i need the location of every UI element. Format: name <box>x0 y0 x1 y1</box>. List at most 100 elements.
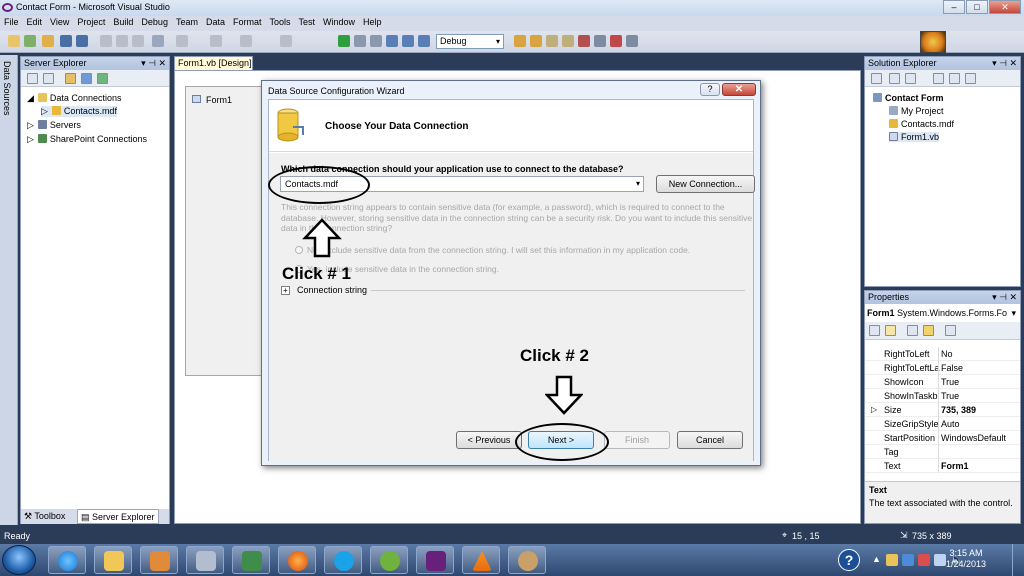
dialog-close-button[interactable]: ✕ <box>722 83 756 96</box>
toolbox-icon[interactable] <box>578 35 590 47</box>
help-button[interactable]: ? <box>700 83 720 96</box>
property-row[interactable]: ShowInTaskb True <box>865 389 1020 403</box>
taskbar-explorer[interactable] <box>94 546 132 574</box>
find-in-files-icon[interactable] <box>514 35 526 47</box>
tree-item-data-connections[interactable]: ◢ Data Connections <box>27 93 121 104</box>
start-page-icon[interactable] <box>594 35 606 47</box>
copy-icon[interactable] <box>116 35 128 47</box>
find-icon[interactable] <box>152 35 164 47</box>
tab-server-explorer[interactable]: ▤ Server Explorer <box>77 509 159 524</box>
tree-item-sharepoint[interactable]: ▷ SharePoint Connections <box>27 134 147 145</box>
finish-button[interactable]: Finish <box>604 431 670 449</box>
tab-toolbox[interactable]: ⚒ Toolbox <box>24 511 65 522</box>
taskbar-hp[interactable] <box>232 546 270 574</box>
properties-icon[interactable] <box>871 73 882 84</box>
property-pages-icon[interactable] <box>907 325 918 336</box>
connect-sharepoint-icon[interactable] <box>97 73 108 84</box>
pause-icon[interactable] <box>354 35 366 47</box>
property-row[interactable]: RightToLeftLa False <box>865 361 1020 375</box>
properties-icon[interactable] <box>546 35 558 47</box>
view-designer-icon[interactable] <box>949 73 960 84</box>
solution-explorer-icon[interactable] <box>530 35 542 47</box>
refresh-icon[interactable] <box>905 73 916 84</box>
command-window-icon[interactable] <box>626 35 638 47</box>
panel-controls[interactable]: ▾ ⊣ ✕ <box>992 57 1017 70</box>
close-button[interactable]: ✕ <box>989 0 1021 14</box>
tree-item-contacts-mdf[interactable]: Contacts.mdf <box>889 119 954 129</box>
open-icon[interactable] <box>42 35 54 47</box>
stop-refresh-icon[interactable] <box>43 73 54 84</box>
add-item-icon[interactable] <box>24 35 36 47</box>
form1-preview[interactable]: Form1 <box>185 86 265 376</box>
minimize-button[interactable]: – <box>943 0 965 14</box>
taskbar-messenger[interactable] <box>370 546 408 574</box>
tree-item-contacts-mdf[interactable]: ▷ Contacts.mdf <box>41 106 117 117</box>
show-desktop-button[interactable] <box>1012 544 1024 576</box>
menu-project[interactable]: Project <box>73 16 109 27</box>
help-icon[interactable]: ? <box>838 549 860 571</box>
events-icon[interactable] <box>923 325 934 336</box>
expand-icon[interactable]: ▷ <box>41 106 48 116</box>
taskbar-visual-studio[interactable] <box>416 546 454 574</box>
step-icon[interactable] <box>386 35 398 47</box>
maximize-button[interactable]: □ <box>966 0 988 14</box>
menu-team[interactable]: Team <box>172 16 202 27</box>
redo-icon[interactable] <box>240 35 252 47</box>
tree-item-my-project[interactable]: My Project <box>889 106 944 116</box>
property-row[interactable]: ShowIcon True <box>865 375 1020 389</box>
solution-config-select[interactable]: Debug ▾ <box>436 34 504 49</box>
step-out-icon[interactable] <box>418 35 430 47</box>
collapse-icon[interactable]: ◢ <box>27 93 34 103</box>
property-row[interactable]: Text Form1 <box>865 459 1020 473</box>
step-over-icon[interactable] <box>402 35 414 47</box>
tree-item-servers[interactable]: ▷ Servers <box>27 120 81 131</box>
save-all-icon[interactable] <box>76 35 88 47</box>
categorized-icon[interactable] <box>869 325 880 336</box>
object-selector[interactable]: Form1 System.Windows.Forms.Fo ▾ <box>867 306 1018 320</box>
navigate-icon[interactable] <box>280 35 292 47</box>
taskbar-vlc[interactable] <box>462 546 500 574</box>
property-row[interactable]: Tag <box>865 445 1020 459</box>
taskbar-ie[interactable] <box>48 546 86 574</box>
expand-icon[interactable]: ▷ <box>27 134 34 144</box>
view-code-icon[interactable] <box>933 73 944 84</box>
data-sources-dock[interactable]: Data Sources <box>0 55 18 525</box>
taskbar-paint[interactable] <box>508 546 546 574</box>
new-connection-button[interactable]: New Connection... <box>656 175 755 193</box>
taskbar-firefox[interactable] <box>278 546 316 574</box>
menu-data[interactable]: Data <box>202 16 229 27</box>
menu-format[interactable]: Format <box>229 16 266 27</box>
start-debug-icon[interactable] <box>338 35 350 47</box>
menu-file[interactable]: File <box>0 16 23 27</box>
panel-controls[interactable]: ▾ ⊣ ✕ <box>141 57 166 70</box>
tree-item-contact-form[interactable]: Contact Form <box>873 93 944 103</box>
connect-database-icon[interactable] <box>65 73 76 84</box>
menu-help[interactable]: Help <box>359 16 386 27</box>
alphabetical-icon[interactable] <box>885 325 896 336</box>
menu-test[interactable]: Test <box>295 16 320 27</box>
tray-icon[interactable] <box>918 554 930 566</box>
taskbar-skype[interactable] <box>324 546 362 574</box>
cancel-button[interactable]: Cancel <box>677 431 743 449</box>
property-row[interactable]: ▷ Size 735, 389 <box>865 403 1020 417</box>
paste-icon[interactable] <box>132 35 144 47</box>
expand-connection-string-icon[interactable]: + <box>281 286 290 295</box>
show-hidden-icons[interactable]: ▲ <box>872 554 881 564</box>
cut-icon[interactable] <box>100 35 112 47</box>
connect-server-icon[interactable] <box>81 73 92 84</box>
menu-build[interactable]: Build <box>109 16 137 27</box>
menu-debug[interactable]: Debug <box>137 16 172 27</box>
expand-icon[interactable]: ▷ <box>27 120 34 130</box>
tray-icon[interactable] <box>902 554 914 566</box>
undo-icon[interactable] <box>210 35 222 47</box>
radio-exclude-sensitive[interactable]: No, exclude sensitive data from the conn… <box>295 245 690 255</box>
taskbar-app4[interactable] <box>186 546 224 574</box>
refresh-icon[interactable] <box>27 73 38 84</box>
menu-view[interactable]: View <box>46 16 73 27</box>
property-grid-divider[interactable] <box>938 347 939 473</box>
tree-item-form1-vb[interactable]: Form1.vb <box>889 132 940 142</box>
comment-icon[interactable] <box>176 35 188 47</box>
tray-icon[interactable] <box>886 554 898 566</box>
start-button[interactable] <box>2 545 36 575</box>
save-icon[interactable] <box>60 35 72 47</box>
